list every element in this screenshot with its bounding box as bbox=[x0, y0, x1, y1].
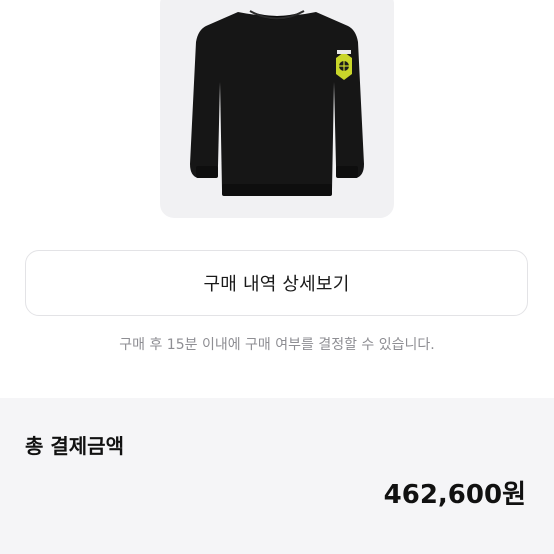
total-payment-title: 총 결제금액 bbox=[25, 434, 124, 458]
sweater-product-image bbox=[190, 10, 364, 196]
purchase-detail-button[interactable]: 구매 내역 상세보기 bbox=[25, 250, 528, 316]
payment-summary-section: 총 결제금액 462,600원 bbox=[0, 398, 554, 554]
total-payment-amount: 462,600원 bbox=[383, 480, 526, 510]
purchase-decision-notice: 구매 후 15분 이내에 구매 여부를 결정할 수 있습니다. bbox=[119, 337, 435, 353]
purchase-detail-button-label: 구매 내역 상세보기 bbox=[203, 274, 350, 295]
product-image-card[interactable] bbox=[160, 0, 394, 218]
